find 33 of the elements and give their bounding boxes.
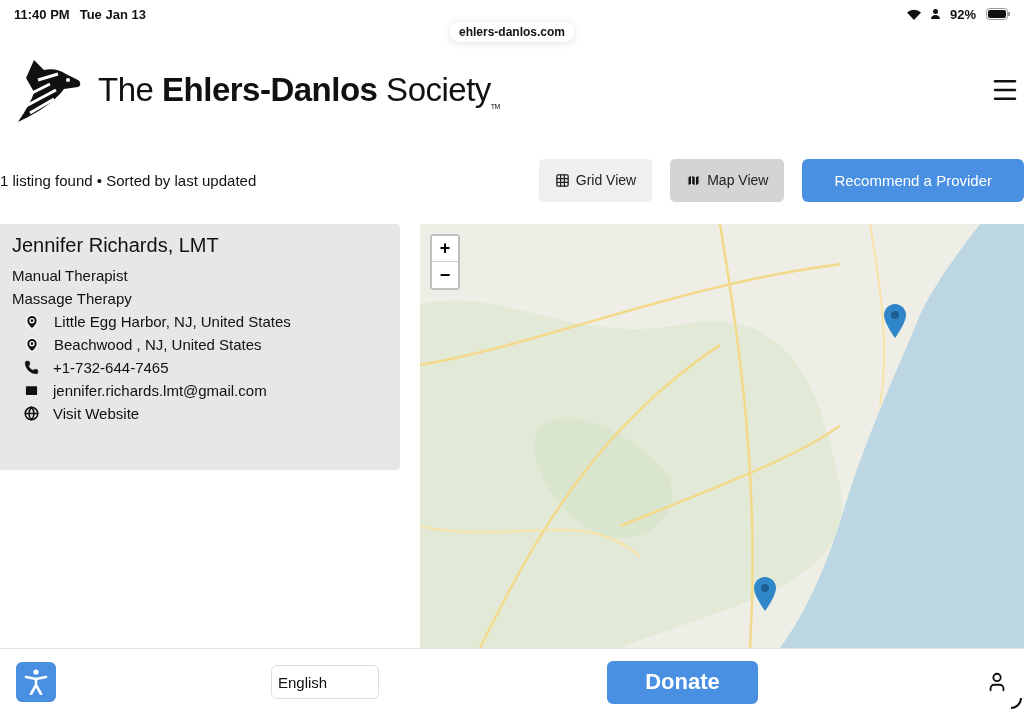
spinner-icon [1010, 697, 1022, 709]
wifi-icon [906, 8, 921, 20]
provider-title: Manual Therapist [12, 267, 129, 284]
contact-detail[interactable]: Visit Website [53, 405, 140, 422]
language-select[interactable]: English [271, 665, 379, 699]
view-toggle-button[interactable]: Grid View [538, 158, 653, 202]
provider-name[interactable]: Jennifer Richards, LMT [12, 234, 400, 257]
provider-specialty: Massage Therapy [12, 290, 133, 307]
accessibility-button[interactable] [16, 662, 56, 702]
battery-percent: 92% [949, 6, 976, 22]
contact-detail[interactable]: jennifer.richards.lmt@gmail.com [53, 382, 267, 399]
address-bar[interactable]: ehlers-danlos.com [449, 22, 575, 42]
contact-detail[interactable]: +1-732-644-7465 [53, 359, 169, 376]
map-icon [686, 172, 702, 188]
location-pin-icon [24, 313, 40, 330]
contact-detail: Little Egg Harbor, NJ, United States [54, 313, 291, 330]
location-pin-icon [24, 336, 40, 353]
contact-detail: Beachwood , NJ, United States [54, 336, 262, 353]
status-time: 11:40 PM [14, 6, 70, 22]
zoom-in-button[interactable]: + [432, 236, 458, 262]
results-summary: 1 listing found • Sorted by last updated [0, 171, 257, 189]
globe-icon [24, 406, 39, 421]
battery-icon [986, 8, 1010, 20]
grid-icon [554, 172, 570, 188]
person-icon [930, 9, 940, 19]
map-pin-icon[interactable] [884, 304, 906, 338]
accessibility-icon [24, 669, 48, 695]
logo-text[interactable]: The Ehlers-Danlos Society$_{TM}$ [98, 70, 500, 110]
envelope-icon [24, 383, 39, 398]
phone-icon [24, 360, 39, 375]
status-date: Tue Jan 13 [79, 6, 146, 22]
map-pin-icon[interactable] [754, 577, 776, 611]
view-toggle-button[interactable]: Map View [670, 158, 785, 202]
